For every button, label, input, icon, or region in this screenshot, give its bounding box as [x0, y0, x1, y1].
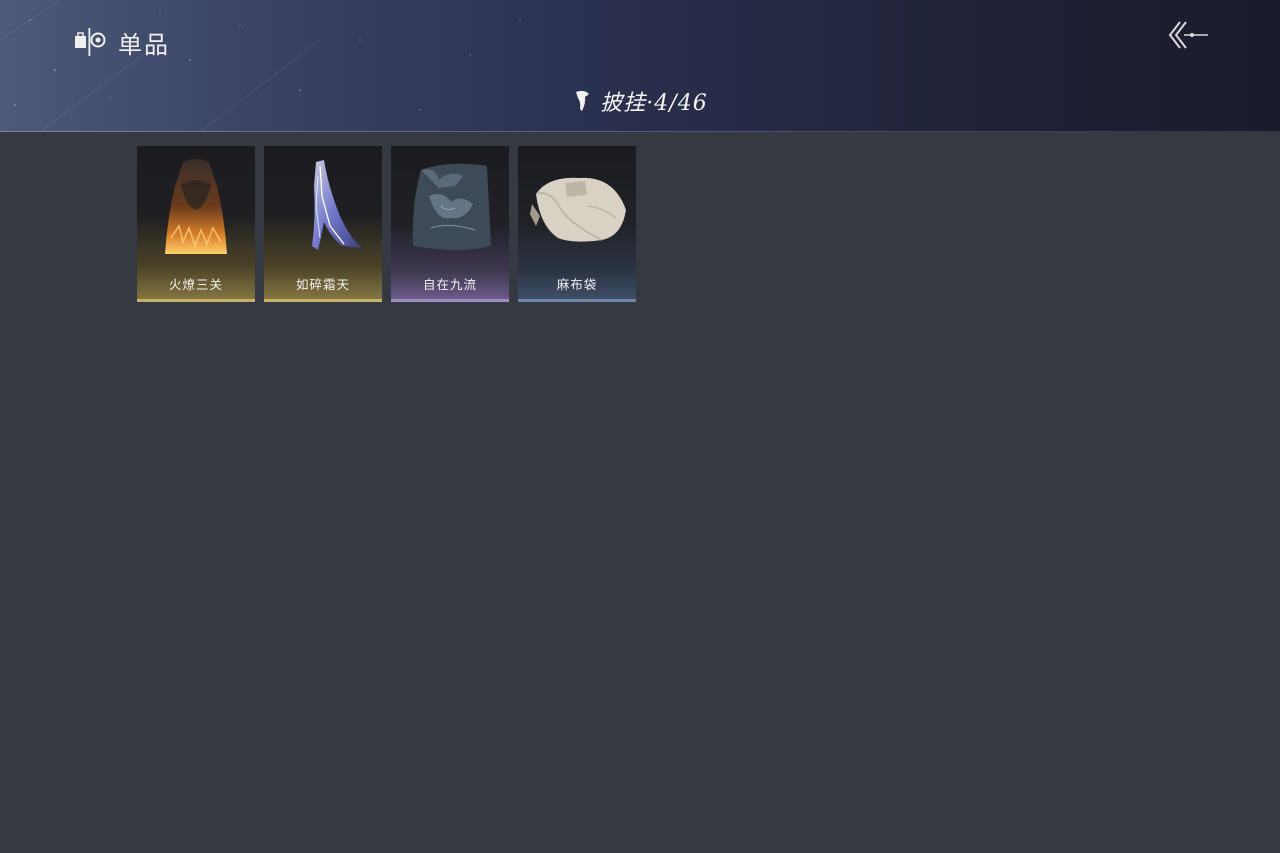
- item-grid: 火燎三关 如碎霜天 自在九流 麻布袋: [137, 146, 636, 302]
- embroidered-cape-icon: [412, 163, 491, 250]
- frost-cape-icon: [312, 160, 362, 250]
- cape-icon: [576, 90, 590, 111]
- rarity-bar: [264, 299, 382, 302]
- page-title: 单品: [118, 30, 170, 59]
- category-name: 披挂: [600, 91, 647, 116]
- header-bar: 单品 披挂 · 4/46: [0, 0, 1280, 132]
- item-card[interactable]: 如碎霜天: [264, 146, 382, 302]
- item-name: 如碎霜天: [295, 277, 350, 292]
- item-set-icon: [75, 28, 106, 56]
- item-card[interactable]: 自在九流: [391, 146, 509, 302]
- back-button[interactable]: [1166, 18, 1210, 52]
- rarity-bar: [518, 299, 636, 302]
- sack-icon: [530, 177, 626, 242]
- item-name: 自在九流: [422, 277, 477, 292]
- back-arrow-icon: [1168, 21, 1208, 49]
- item-name: 麻布袋: [556, 277, 598, 292]
- item-card[interactable]: 火燎三关: [137, 146, 255, 302]
- rarity-bar: [391, 299, 509, 302]
- rarity-bar: [137, 299, 255, 302]
- category-label: 披挂 · 4/46: [600, 85, 707, 117]
- category-header: 披挂 · 4/46: [0, 86, 1280, 116]
- header-divider: [0, 131, 1280, 132]
- category-count: 4/46: [654, 91, 708, 116]
- page-title-block: 单品: [72, 24, 170, 60]
- item-name: 火燎三关: [168, 277, 223, 292]
- flame-cape-icon: [165, 159, 227, 254]
- item-card[interactable]: 麻布袋: [518, 146, 636, 302]
